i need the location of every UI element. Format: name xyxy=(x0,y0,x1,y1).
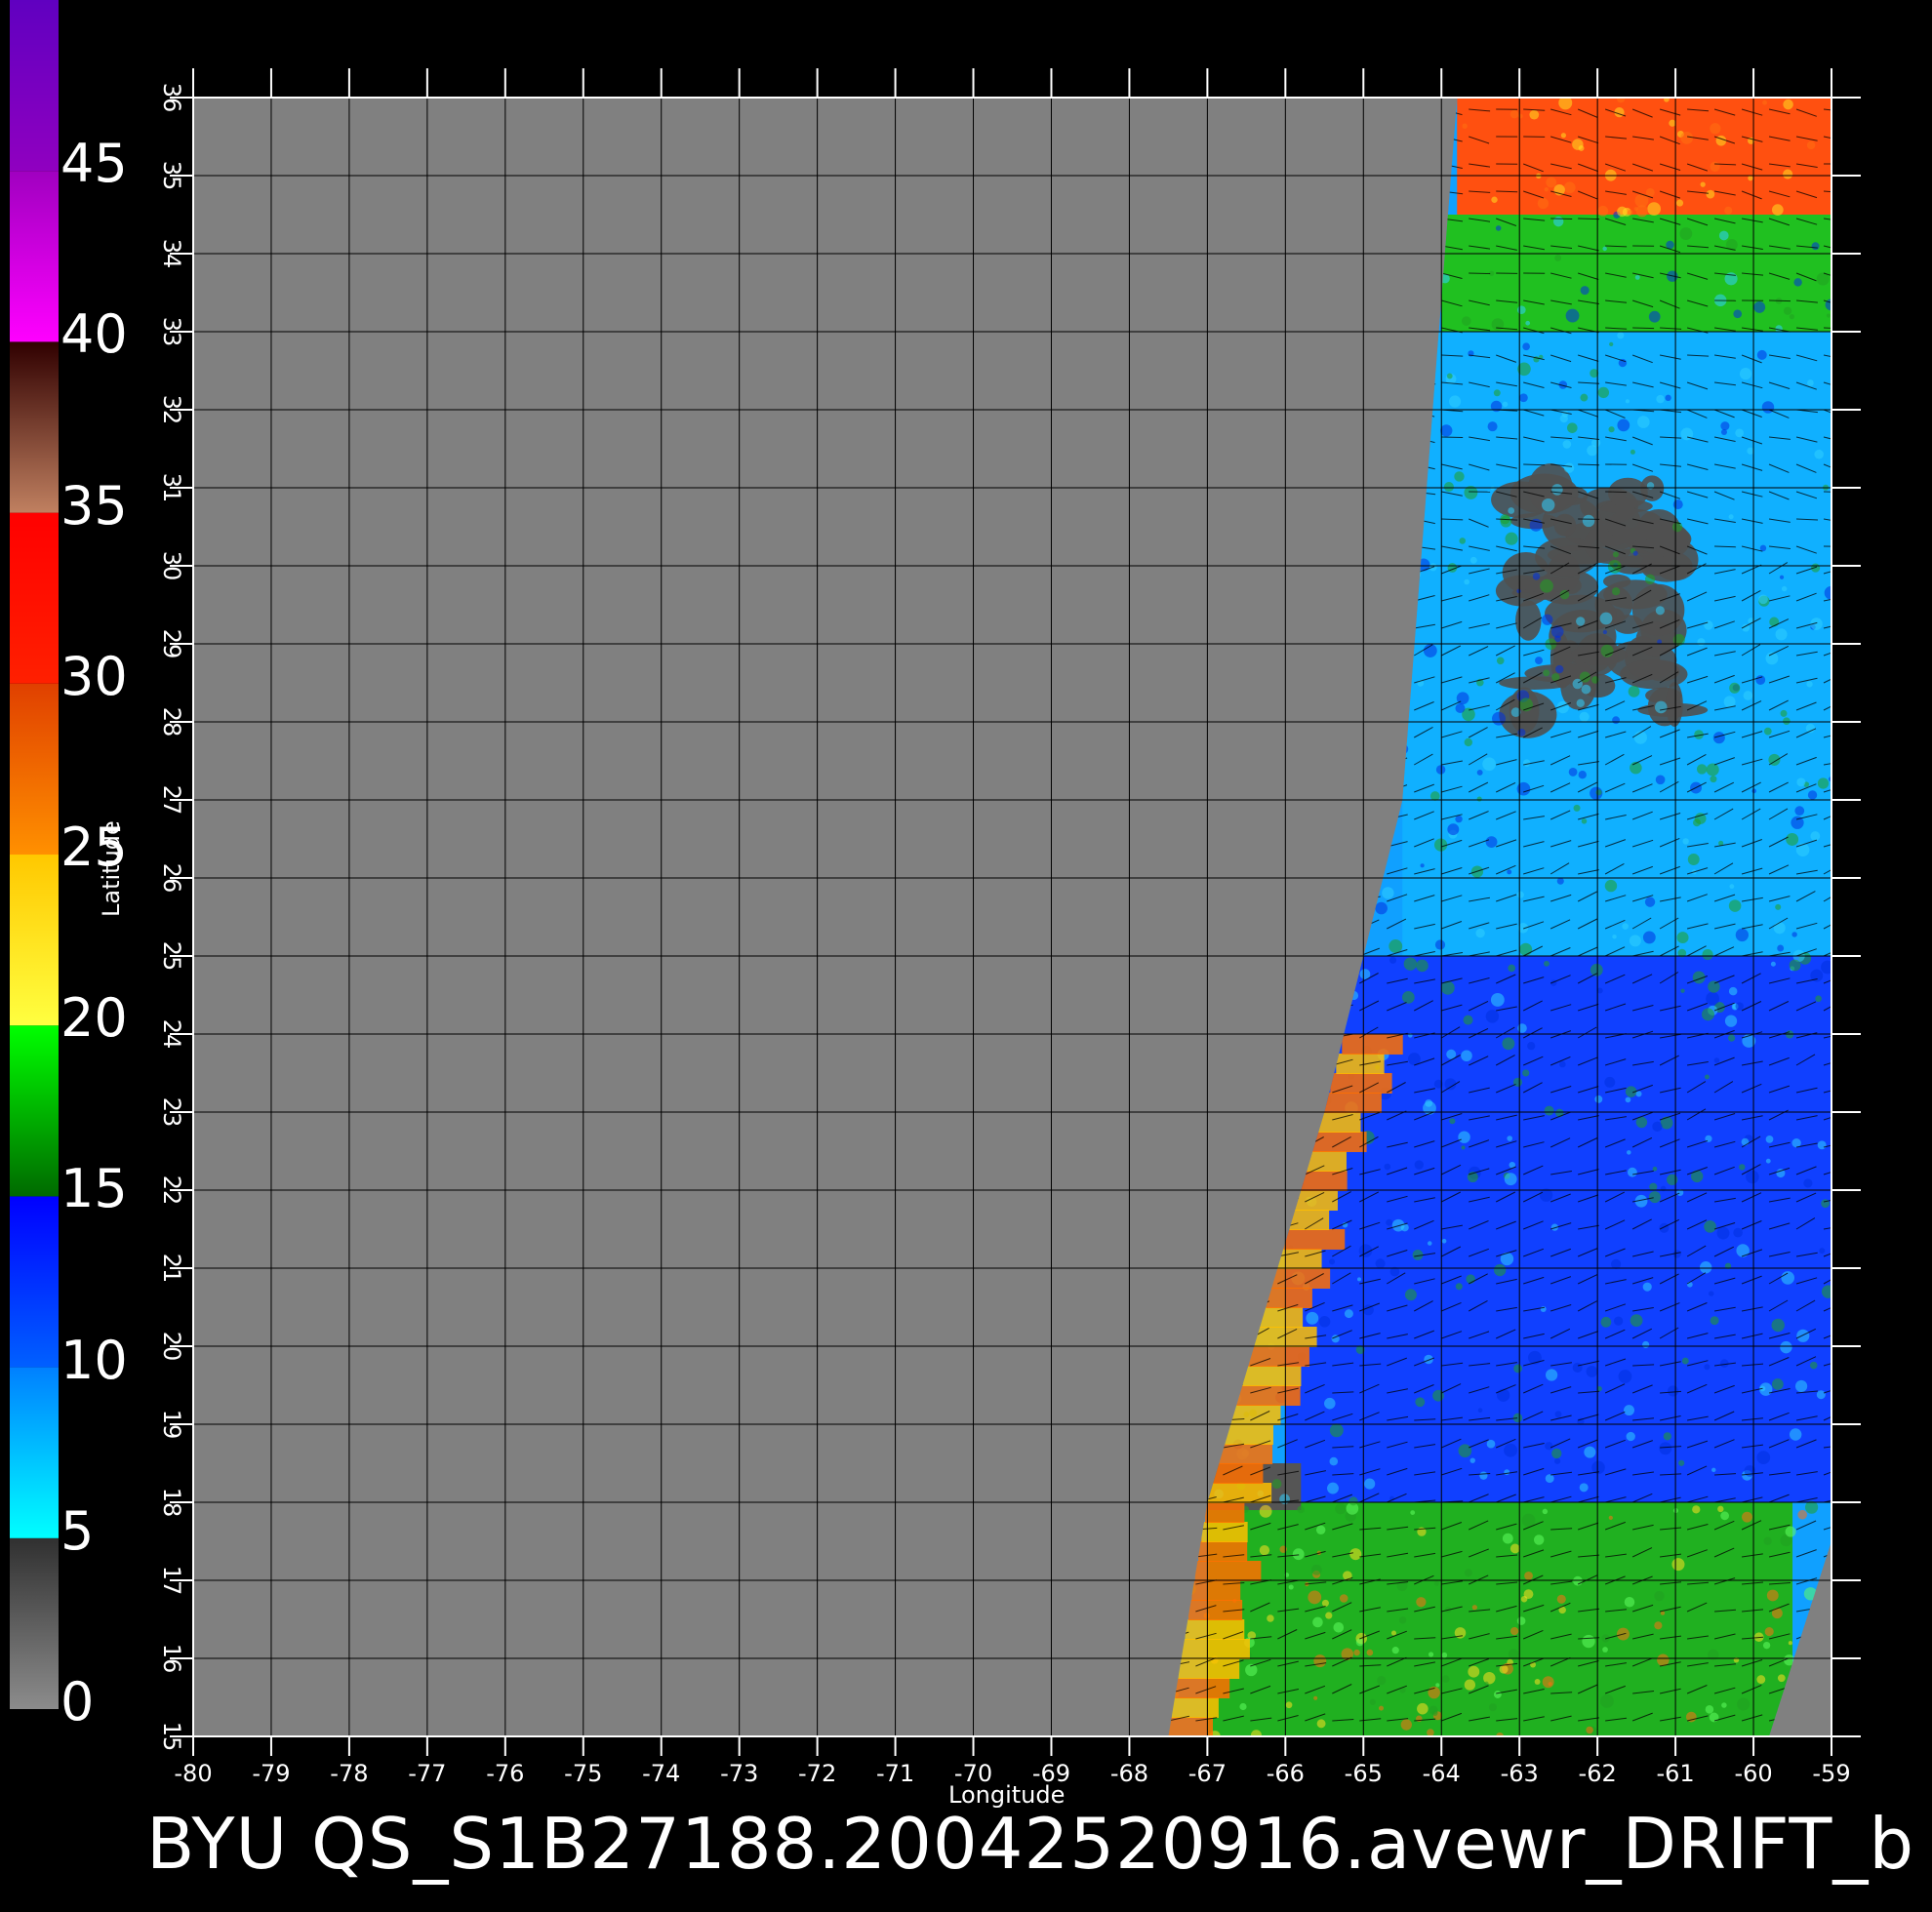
y-tick-label: 36 xyxy=(158,83,185,113)
x-tick-label: -75 xyxy=(564,1760,602,1787)
y-tick-label: 25 xyxy=(158,941,185,972)
x-tick-label: -59 xyxy=(1812,1760,1850,1787)
x-tick-label: -62 xyxy=(1579,1760,1617,1787)
y-tick-label: 20 xyxy=(158,1332,185,1362)
y-tick-label: 32 xyxy=(158,395,185,425)
x-tick-label: -63 xyxy=(1501,1760,1539,1787)
y-tick-label: 17 xyxy=(158,1566,185,1596)
moderate-wind-band xyxy=(1207,1502,1793,1736)
x-tick-label: -76 xyxy=(486,1760,524,1787)
x-tick-label: -67 xyxy=(1188,1760,1227,1787)
y-tick-label: 33 xyxy=(158,317,185,347)
x-tick-label: -65 xyxy=(1345,1760,1383,1787)
y-tick-label: 19 xyxy=(158,1410,185,1440)
x-tick-label: -77 xyxy=(408,1760,446,1787)
x-tick-label: -72 xyxy=(798,1760,836,1787)
x-tick-label: -60 xyxy=(1734,1760,1772,1787)
y-tick-label: 27 xyxy=(158,785,185,816)
x-tick-label: -80 xyxy=(174,1760,212,1787)
y-tick-label: 35 xyxy=(158,161,185,191)
footer-title: BYU QS_S1B27188.20042520916.avewr_DRIFT_… xyxy=(146,1803,1915,1885)
y-tick-label: 29 xyxy=(158,629,185,659)
x-tick-label: -61 xyxy=(1656,1760,1694,1787)
y-tick-label: 15 xyxy=(158,1722,185,1752)
y-tick-label: 24 xyxy=(158,1019,185,1050)
y-tick-label: 21 xyxy=(158,1254,185,1284)
y-tick-label: 31 xyxy=(158,473,185,503)
x-tick-label: -66 xyxy=(1267,1760,1305,1787)
x-tick-label: -73 xyxy=(720,1760,758,1787)
y-tick-label: 28 xyxy=(158,707,185,737)
x-tick-label: -71 xyxy=(876,1760,914,1787)
y-tick-label: 23 xyxy=(158,1097,185,1128)
x-tick-label: -78 xyxy=(330,1760,368,1787)
y-tick-label: 30 xyxy=(158,551,185,581)
y-tick-label: 22 xyxy=(158,1175,185,1206)
x-tick-label: -79 xyxy=(252,1760,290,1787)
y-tick-label: 26 xyxy=(158,863,185,894)
wind-map: -80 -79 -78 -77 -76 -75 -74 -73 -72 -71 -70 -69 -68-… xyxy=(158,68,1861,1787)
y-axis-title: Latitude xyxy=(98,820,125,917)
x-tick-label: -64 xyxy=(1423,1760,1461,1787)
y-tick-label: 16 xyxy=(158,1644,185,1674)
y-tick-labels: 15 16 17 18 19 20 21 22 23 24 25 26 27 28 29 30 31 32 33 34… xyxy=(158,83,185,1752)
x-tick-label: -68 xyxy=(1110,1760,1148,1787)
y-tick-label: 18 xyxy=(158,1488,185,1518)
x-tick-label: -74 xyxy=(642,1760,680,1787)
y-tick-label: 34 xyxy=(158,239,185,269)
